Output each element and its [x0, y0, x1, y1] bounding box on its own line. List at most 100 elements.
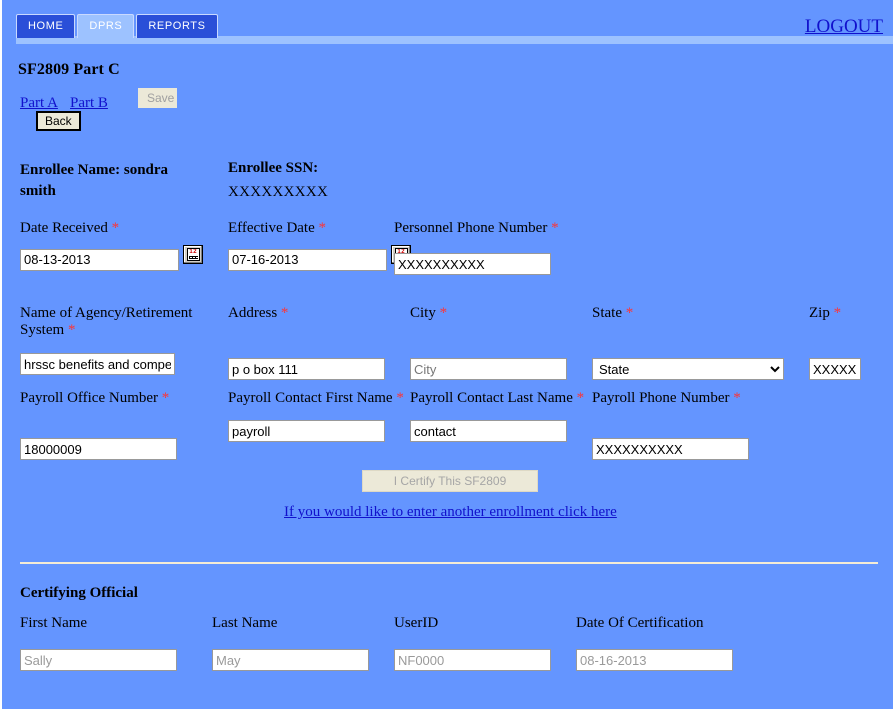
- payroll-contact-first-label-text: Payroll Contact First Name: [228, 390, 393, 406]
- required-marker: *: [625, 305, 634, 321]
- save-button[interactable]: Save: [138, 88, 177, 108]
- required-marker: *: [318, 220, 327, 236]
- state-label-text: State: [592, 305, 622, 321]
- personnel-phone-label-text: Personnel Phone Number: [394, 220, 548, 236]
- payroll-office-number-label-text: Payroll Office Number: [20, 390, 159, 406]
- page-body: SF2809 Part C Part A Part B Save Back En…: [2, 61, 893, 540]
- field-date-of-certification: Date Of Certification: [576, 615, 776, 671]
- payroll-contact-last-label-text: Payroll Contact Last Name: [410, 390, 573, 406]
- state-select[interactable]: State: [592, 358, 784, 380]
- field-city: City *: [410, 305, 590, 380]
- certifier-first-name-label: First Name: [20, 615, 88, 631]
- required-marker: *: [67, 322, 76, 338]
- address-label-text: Address: [228, 305, 278, 321]
- effective-date-label: Effective Date *: [228, 220, 418, 237]
- required-marker: *: [280, 305, 289, 321]
- section-divider: [20, 562, 878, 564]
- enrollee-name: Enrollee Name: sondra smith: [20, 162, 169, 199]
- field-address: Address *: [228, 305, 408, 380]
- required-marker: *: [161, 390, 170, 406]
- certifier-last-name-label: Last Name: [212, 615, 278, 631]
- address-input[interactable]: [228, 358, 385, 380]
- date-received-input[interactable]: [20, 248, 179, 271]
- form-row-payroll: Payroll Office Number * Payroll Contact …: [18, 390, 893, 470]
- certifying-official-title: Certifying Official: [20, 585, 138, 601]
- part-b-link[interactable]: Part B: [70, 95, 108, 112]
- tab-reports[interactable]: REPORTS: [136, 14, 218, 38]
- tab-home-label: HOME: [28, 20, 64, 32]
- certifier-first-name-input[interactable]: [20, 649, 177, 671]
- enrollee-info-row: Enrollee Name: sondra smith Enrollee SSN…: [18, 160, 893, 220]
- logout-link[interactable]: LOGOUT: [805, 16, 883, 38]
- agency-name-input[interactable]: [20, 353, 175, 375]
- field-payroll-office-number: Payroll Office Number *: [20, 390, 215, 460]
- payroll-phone-label-text: Payroll Phone Number: [592, 390, 730, 406]
- field-date-received: Date Received * 12: [20, 220, 210, 271]
- certifier-userid-label: UserID: [394, 615, 439, 631]
- date-received-label-text: Date Received: [20, 220, 108, 236]
- certify-button[interactable]: I Certify This SF2809: [362, 470, 538, 492]
- date-of-certification-input[interactable]: [576, 649, 733, 671]
- back-button[interactable]: Back: [36, 111, 81, 131]
- date-received-label: Date Received *: [20, 220, 210, 237]
- form-row-certifying-official: First Name Last Name UserID Date Of Cert…: [20, 615, 880, 685]
- tab-dprs[interactable]: DPRS: [77, 14, 135, 38]
- field-certifier-last-name: Last Name: [212, 615, 402, 671]
- zip-label-text: Zip: [809, 305, 830, 321]
- field-payroll-contact-last: Payroll Contact Last Name *: [410, 390, 590, 442]
- state-label: State *: [592, 305, 792, 322]
- required-marker: *: [576, 390, 585, 406]
- field-certifier-first-name: First Name: [20, 615, 210, 671]
- effective-date-label-text: Effective Date: [228, 220, 315, 236]
- top-navigation-bar: HOME DPRS REPORTS LOGOUT: [2, 0, 893, 44]
- part-navigation-row: Part A Part B Save Back: [18, 88, 893, 131]
- payroll-contact-last-input[interactable]: [410, 420, 567, 442]
- payroll-contact-first-label: Payroll Contact First Name *: [228, 390, 408, 407]
- part-a-link[interactable]: Part A: [20, 95, 58, 112]
- main-tab-strip: HOME DPRS REPORTS: [16, 14, 218, 38]
- personnel-phone-input[interactable]: [394, 253, 551, 275]
- form-row-address: Name of Agency/Retirement System * Addre…: [18, 305, 893, 390]
- required-marker: *: [396, 390, 404, 406]
- payroll-phone-input[interactable]: [592, 438, 749, 460]
- payroll-contact-last-label: Payroll Contact Last Name *: [410, 390, 590, 407]
- personnel-phone-label: Personnel Phone Number *: [394, 220, 594, 237]
- another-enrollment-link[interactable]: If you would like to enter another enrol…: [284, 504, 617, 521]
- enrollee-ssn-value: XXXXXXXXX: [228, 184, 329, 200]
- city-label: City *: [410, 305, 590, 322]
- certifier-last-name-input[interactable]: [212, 649, 369, 671]
- page-title: SF2809 Part C: [18, 61, 120, 78]
- agency-name-label: Name of Agency/Retirement System *: [20, 305, 215, 339]
- tab-dprs-label: DPRS: [89, 20, 123, 32]
- form-row-dates: Date Received * 12 Effective Date * 12: [18, 220, 893, 305]
- calendar-icon-grid: [188, 256, 198, 259]
- certifier-userid-input[interactable]: [394, 649, 551, 671]
- required-marker: *: [439, 305, 448, 321]
- certify-row: I Certify This SF2809 If you would like …: [18, 470, 893, 540]
- field-certifier-userid: UserID: [394, 615, 584, 671]
- date-of-certification-label: Date Of Certification: [576, 615, 704, 631]
- payroll-office-number-input[interactable]: [20, 438, 177, 460]
- field-zip: Zip *: [809, 305, 893, 380]
- payroll-office-number-label: Payroll Office Number *: [20, 390, 215, 407]
- zip-input[interactable]: [809, 358, 861, 380]
- tab-reports-label: REPORTS: [148, 20, 206, 32]
- payroll-phone-label: Payroll Phone Number *: [592, 390, 792, 407]
- field-personnel-phone: Personnel Phone Number *: [394, 220, 594, 275]
- field-effective-date: Effective Date * 12: [228, 220, 418, 271]
- city-label-text: City: [410, 305, 436, 321]
- field-payroll-phone: Payroll Phone Number *: [592, 390, 792, 460]
- city-input[interactable]: [410, 358, 567, 380]
- field-agency-name: Name of Agency/Retirement System *: [20, 305, 215, 375]
- zip-label: Zip *: [809, 305, 893, 322]
- required-marker: *: [111, 220, 120, 236]
- calendar-icon-face: 12: [186, 248, 200, 261]
- agency-name-label-text: Name of Agency/Retirement System: [20, 305, 193, 338]
- payroll-contact-first-input[interactable]: [228, 420, 385, 442]
- effective-date-input[interactable]: [228, 248, 387, 271]
- address-label: Address *: [228, 305, 408, 322]
- calendar-icon-date-received[interactable]: 12: [182, 245, 203, 264]
- required-marker: *: [733, 390, 741, 406]
- field-payroll-contact-first: Payroll Contact First Name *: [228, 390, 408, 442]
- tab-home[interactable]: HOME: [16, 14, 76, 38]
